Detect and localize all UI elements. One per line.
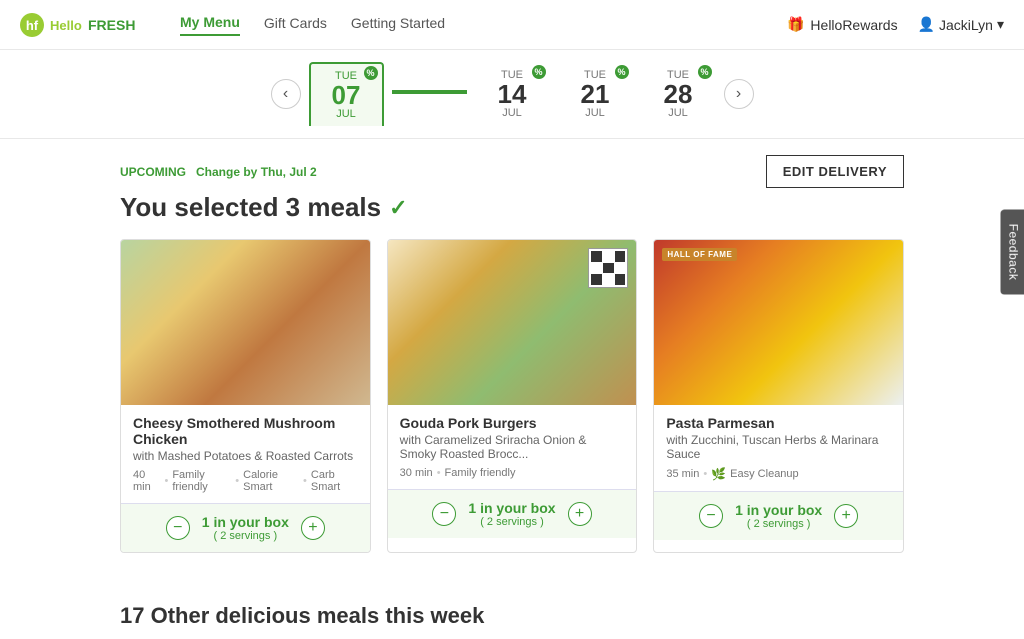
qty-box-text-3: 1 in your box bbox=[735, 502, 822, 518]
qty-increase-2[interactable]: + bbox=[568, 502, 592, 526]
user-menu[interactable]: 👤 JackiLyn ▾ bbox=[918, 16, 1004, 33]
meals-grid: Cheesy Smothered Mushroom Chicken with M… bbox=[120, 239, 904, 553]
hello-rewards-label: HelloRewards bbox=[810, 17, 897, 33]
nav-gift-cards[interactable]: Gift Cards bbox=[264, 15, 327, 35]
qty-text-2: 1 in your box ( 2 servings ) bbox=[468, 500, 555, 528]
quantity-row-3: − 1 in your box ( 2 servings ) + bbox=[654, 491, 903, 540]
meal-name-3: Pasta Parmesan bbox=[666, 415, 891, 431]
qty-increase-1[interactable]: + bbox=[301, 516, 325, 540]
quantity-row-2: − 1 in your box ( 2 servings ) + bbox=[388, 489, 637, 538]
qty-servings-3: ( 2 servings ) bbox=[735, 518, 822, 530]
meal-desc-1: with Mashed Potatoes & Roasted Carrots bbox=[133, 449, 358, 463]
date-month-jul28: JUL bbox=[668, 107, 688, 119]
date-jul-14[interactable]: % TUE 14 JUL bbox=[475, 63, 550, 125]
upcoming-label: UPCOMING bbox=[120, 165, 186, 179]
other-meals-title: 17 Other delicious meals this week bbox=[0, 603, 1024, 639]
qty-box-text-1: 1 in your box bbox=[202, 514, 289, 530]
qty-box-text-2: 1 in your box bbox=[468, 500, 555, 516]
date-jul-28[interactable]: % TUE 28 JUL bbox=[641, 63, 716, 125]
svg-text:hf: hf bbox=[26, 18, 39, 33]
svg-text:Hello: Hello bbox=[50, 18, 82, 33]
date-badge-jul21: % bbox=[615, 65, 629, 79]
qty-increase-3[interactable]: + bbox=[834, 504, 858, 528]
meal-card-2: Gouda Pork Burgers with Caramelized Srir… bbox=[387, 239, 638, 553]
date-next-btn[interactable]: › bbox=[724, 79, 754, 109]
meal-time-3: 35 min bbox=[666, 468, 699, 480]
meal-card-body-1: Cheesy Smothered Mushroom Chicken with M… bbox=[121, 405, 370, 503]
svg-text:FRESH: FRESH bbox=[88, 17, 135, 33]
meal-tags-3: 35 min • 🌿 Easy Cleanup bbox=[666, 467, 891, 481]
other-meals-text: 17 Other delicious meals this week bbox=[120, 603, 484, 628]
date-num-jul28: 28 bbox=[664, 81, 693, 107]
date-jul-21[interactable]: % TUE 21 JUL bbox=[558, 63, 633, 125]
date-num-jul21: 21 bbox=[581, 81, 610, 107]
selected-meals-text: You selected 3 meals bbox=[120, 192, 381, 223]
edit-delivery-btn[interactable]: EDIT DELIVERY bbox=[766, 155, 904, 188]
meal-tag-1b: Calorie Smart bbox=[243, 469, 299, 493]
meal-tags-1: 40 min • Family friendly • Calorie Smart… bbox=[133, 469, 358, 493]
selected-meals-title: You selected 3 meals ✓ bbox=[120, 192, 904, 223]
meal-image-3: HALL OF FAME bbox=[654, 240, 903, 405]
meal-card-1: Cheesy Smothered Mushroom Chicken with M… bbox=[120, 239, 371, 553]
meal-image-1 bbox=[121, 240, 370, 405]
meal-name-1: Cheesy Smothered Mushroom Chicken bbox=[133, 415, 358, 447]
meal-tag-2a: Family friendly bbox=[445, 467, 516, 479]
nav-my-menu[interactable]: My Menu bbox=[180, 14, 240, 36]
qty-servings-1: ( 2 servings ) bbox=[202, 530, 289, 542]
nav-right: 🎁 HelloRewards 👤 JackiLyn ▾ bbox=[787, 16, 1004, 33]
eco-leaf-icon: 🌿 bbox=[711, 467, 726, 481]
meal-name-2: Gouda Pork Burgers bbox=[400, 415, 625, 431]
date-jul-07[interactable]: % TUE 07 JUL bbox=[309, 62, 384, 126]
user-name: JackiLyn bbox=[939, 17, 993, 33]
gift-icon: 🎁 bbox=[787, 16, 804, 33]
qty-decrease-2[interactable]: − bbox=[432, 502, 456, 526]
date-picker: ‹ % TUE 07 JUL % TUE 14 JUL % TUE 21 JUL… bbox=[0, 50, 1024, 139]
meal-desc-2: with Caramelized Sriracha Onion & Smoky … bbox=[400, 433, 625, 461]
feedback-label: Feedback bbox=[1007, 224, 1021, 281]
hall-of-fame-badge: HALL OF FAME bbox=[662, 248, 737, 261]
qty-text-1: 1 in your box ( 2 servings ) bbox=[202, 514, 289, 542]
check-icon: ✓ bbox=[389, 195, 407, 221]
upcoming-text: UPCOMING Change by Thu, Jul 2 bbox=[120, 165, 317, 179]
qty-text-3: 1 in your box ( 2 servings ) bbox=[735, 502, 822, 530]
nav-getting-started[interactable]: Getting Started bbox=[351, 15, 445, 35]
date-badge-jul14: % bbox=[532, 65, 546, 79]
meal-card-body-3: Pasta Parmesan with Zucchini, Tuscan Her… bbox=[654, 405, 903, 491]
date-num-jul14: 14 bbox=[498, 81, 527, 107]
meal-card-3: HALL OF FAME Pasta Parmesan with Zucchin… bbox=[653, 239, 904, 553]
meal-desc-3: with Zucchini, Tuscan Herbs & Marinara S… bbox=[666, 433, 891, 461]
date-month-jul07: JUL bbox=[336, 108, 356, 120]
date-month-jul14: JUL bbox=[502, 107, 522, 119]
date-prev-btn[interactable]: ‹ bbox=[271, 79, 301, 109]
upcoming-row: UPCOMING Change by Thu, Jul 2 EDIT DELIV… bbox=[120, 155, 904, 188]
date-badge-jul07: % bbox=[364, 66, 378, 80]
quantity-row-1: − 1 in your box ( 2 servings ) + bbox=[121, 503, 370, 552]
date-month-jul21: JUL bbox=[585, 107, 605, 119]
meal-time-2: 30 min bbox=[400, 467, 433, 479]
meal-image-2 bbox=[388, 240, 637, 405]
main-content: UPCOMING Change by Thu, Jul 2 EDIT DELIV… bbox=[0, 139, 1024, 603]
date-badge-jul28: % bbox=[698, 65, 712, 79]
qty-decrease-3[interactable]: − bbox=[699, 504, 723, 528]
hello-rewards-btn[interactable]: 🎁 HelloRewards bbox=[787, 16, 898, 33]
meal-tag-3a: Easy Cleanup bbox=[730, 468, 799, 480]
meal-tag-1a: Family friendly bbox=[172, 469, 231, 493]
user-icon: 👤 bbox=[918, 16, 935, 33]
qty-decrease-1[interactable]: − bbox=[166, 516, 190, 540]
meal-tag-1c: Carb Smart bbox=[311, 469, 358, 493]
logo[interactable]: hf Hello FRESH bbox=[20, 10, 150, 40]
feedback-tab[interactable]: Feedback bbox=[1001, 210, 1024, 295]
meal-time-1: 40 min bbox=[133, 469, 160, 493]
meal-tags-2: 30 min • Family friendly bbox=[400, 467, 625, 479]
navbar: hf Hello FRESH My Menu Gift Cards Gettin… bbox=[0, 0, 1024, 50]
logo-svg: hf Hello FRESH bbox=[20, 10, 150, 40]
qty-servings-2: ( 2 servings ) bbox=[468, 516, 555, 528]
date-num-jul07: 07 bbox=[332, 82, 361, 108]
nav-links: My Menu Gift Cards Getting Started bbox=[180, 14, 445, 36]
change-link[interactable]: Change by Thu, Jul 2 bbox=[196, 165, 317, 179]
meal-card-body-2: Gouda Pork Burgers with Caramelized Srir… bbox=[388, 405, 637, 489]
chevron-down-icon: ▾ bbox=[997, 16, 1004, 33]
